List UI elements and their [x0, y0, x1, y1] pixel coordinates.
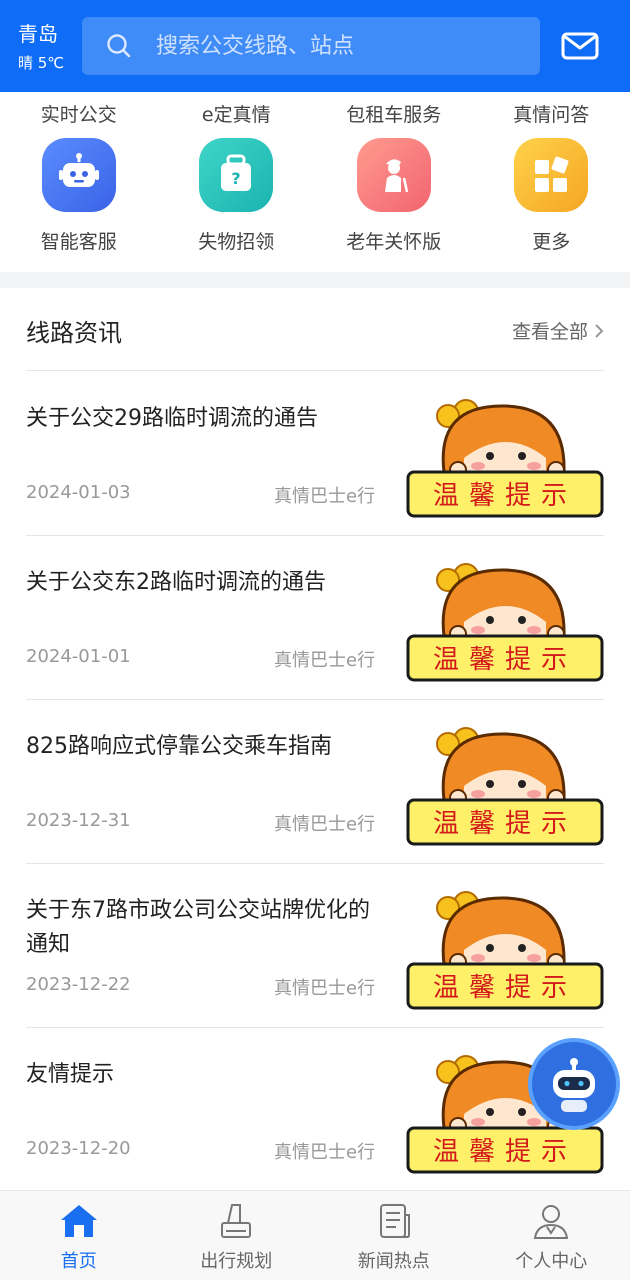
feature-lost-found[interactable]: ? 失物招领 [158, 138, 316, 264]
nav-home[interactable]: 首页 [0, 1191, 158, 1280]
bottom-navigation: 首页 出行规划 新闻热点 个人中心 [0, 1190, 630, 1280]
nav-label: 出行规划 [200, 1251, 273, 1272]
tab-charter-service[interactable]: 包租车服务 [315, 92, 473, 137]
section-separator [0, 272, 630, 288]
thumbnail-text: 温馨提示 [433, 809, 577, 839]
mail-icon[interactable] [560, 26, 600, 66]
city-selector[interactable]: 青岛 [18, 22, 58, 46]
see-all-label: 查看全部 [511, 321, 588, 343]
svg-text:?: ? [232, 169, 241, 188]
see-all-link[interactable]: 查看全部 [512, 317, 604, 344]
floating-assistant-button[interactable] [528, 1038, 620, 1130]
news-item[interactable]: 825路响应式停靠公交乘车指南 2023-12-31 真情巴士e行 温馨提示 [0, 700, 630, 864]
nav-profile[interactable]: 个人中心 [473, 1191, 630, 1280]
news-source: 真情巴士e行 [274, 486, 376, 507]
news-title: 825路响应式停靠公交乘车指南 [26, 734, 332, 759]
news-thumbnail: 温馨提示 [406, 727, 604, 846]
nav-label: 首页 [60, 1251, 97, 1272]
feature-grid: 智能客服 ? 失物招领 老年关怀版 更多 [0, 138, 630, 264]
search-bar[interactable] [82, 17, 540, 75]
divider [26, 370, 604, 371]
thumbnail-text: 温馨提示 [433, 1137, 577, 1167]
news-title: 关于公交29路临时调流的通告 [26, 406, 318, 431]
chevron-right-icon [595, 323, 604, 338]
feature-label: 老年关怀版 [346, 231, 442, 253]
news-source: 真情巴士e行 [274, 650, 376, 671]
tab-realtime-bus[interactable]: 实时公交 [0, 92, 158, 137]
feature-smart-service[interactable]: 智能客服 [0, 138, 158, 264]
search-icon [107, 34, 131, 58]
feature-more[interactable]: 更多 [473, 138, 630, 264]
nav-news[interactable]: 新闻热点 [315, 1191, 473, 1280]
news-title: 关于东7路市政公司公交站牌优化的通知 [26, 898, 370, 957]
home-icon [60, 1205, 97, 1237]
profile-icon [534, 1205, 569, 1239]
news-thumbnail: 温馨提示 [406, 563, 604, 682]
weather-text: 晴 5℃ [18, 54, 65, 72]
thumbnail-text: 温馨提示 [433, 973, 577, 1003]
luggage-icon: ? [199, 138, 274, 212]
news-source: 真情巴士e行 [274, 814, 376, 835]
feature-label: 智能客服 [40, 231, 117, 253]
nav-label: 新闻热点 [357, 1251, 430, 1272]
feature-label: 更多 [532, 231, 571, 253]
news-title: 友情提示 [26, 1062, 115, 1087]
robot-assistant-icon [553, 1058, 595, 1112]
feature-label: 失物招领 [198, 231, 275, 253]
news-thumbnail: 温馨提示 [406, 399, 604, 518]
feature-elder-care[interactable]: 老年关怀版 [315, 138, 473, 264]
thumbnail-text: 温馨提示 [433, 645, 577, 675]
tab-qa[interactable]: 真情问答 [473, 92, 630, 137]
nav-label: 个人中心 [515, 1251, 588, 1272]
news-source: 真情巴士e行 [274, 1142, 376, 1163]
news-date: 2024-01-03 [26, 482, 131, 503]
news-item[interactable]: 关于公交29路临时调流的通告 2024-01-03 真情巴士e行 温馨提示 [0, 372, 630, 536]
search-input[interactable] [156, 33, 496, 59]
elder-icon [356, 138, 431, 212]
top-header: 青岛 晴 5℃ [0, 0, 630, 92]
news-icon [379, 1204, 410, 1238]
news-item[interactable]: 关于公交东2路临时调流的通告 2024-01-01 真情巴士e行 温馨提示 [0, 536, 630, 700]
more-apps-icon [514, 138, 589, 212]
trip-plan-icon [221, 1204, 252, 1238]
quick-tabs: 实时公交 e定真情 包租车服务 真情问答 [0, 92, 630, 137]
news-date: 2024-01-01 [26, 646, 131, 667]
news-source: 真情巴士e行 [274, 978, 376, 999]
news-date: 2023-12-31 [26, 810, 131, 831]
robot-icon [41, 138, 116, 212]
news-date: 2023-12-20 [26, 1138, 131, 1159]
tab-e-booking[interactable]: e定真情 [158, 92, 316, 137]
news-title: 关于公交东2路临时调流的通告 [26, 570, 326, 595]
news-thumbnail: 温馨提示 [406, 891, 604, 1010]
thumbnail-text: 温馨提示 [433, 481, 577, 511]
news-date: 2023-12-22 [26, 974, 131, 995]
section-title: 线路资讯 [26, 319, 122, 347]
nav-trip-plan[interactable]: 出行规划 [158, 1191, 316, 1280]
news-item[interactable]: 关于东7路市政公司公交站牌优化的通知 2023-12-22 真情巴士e行 温馨提示 [0, 864, 630, 1028]
